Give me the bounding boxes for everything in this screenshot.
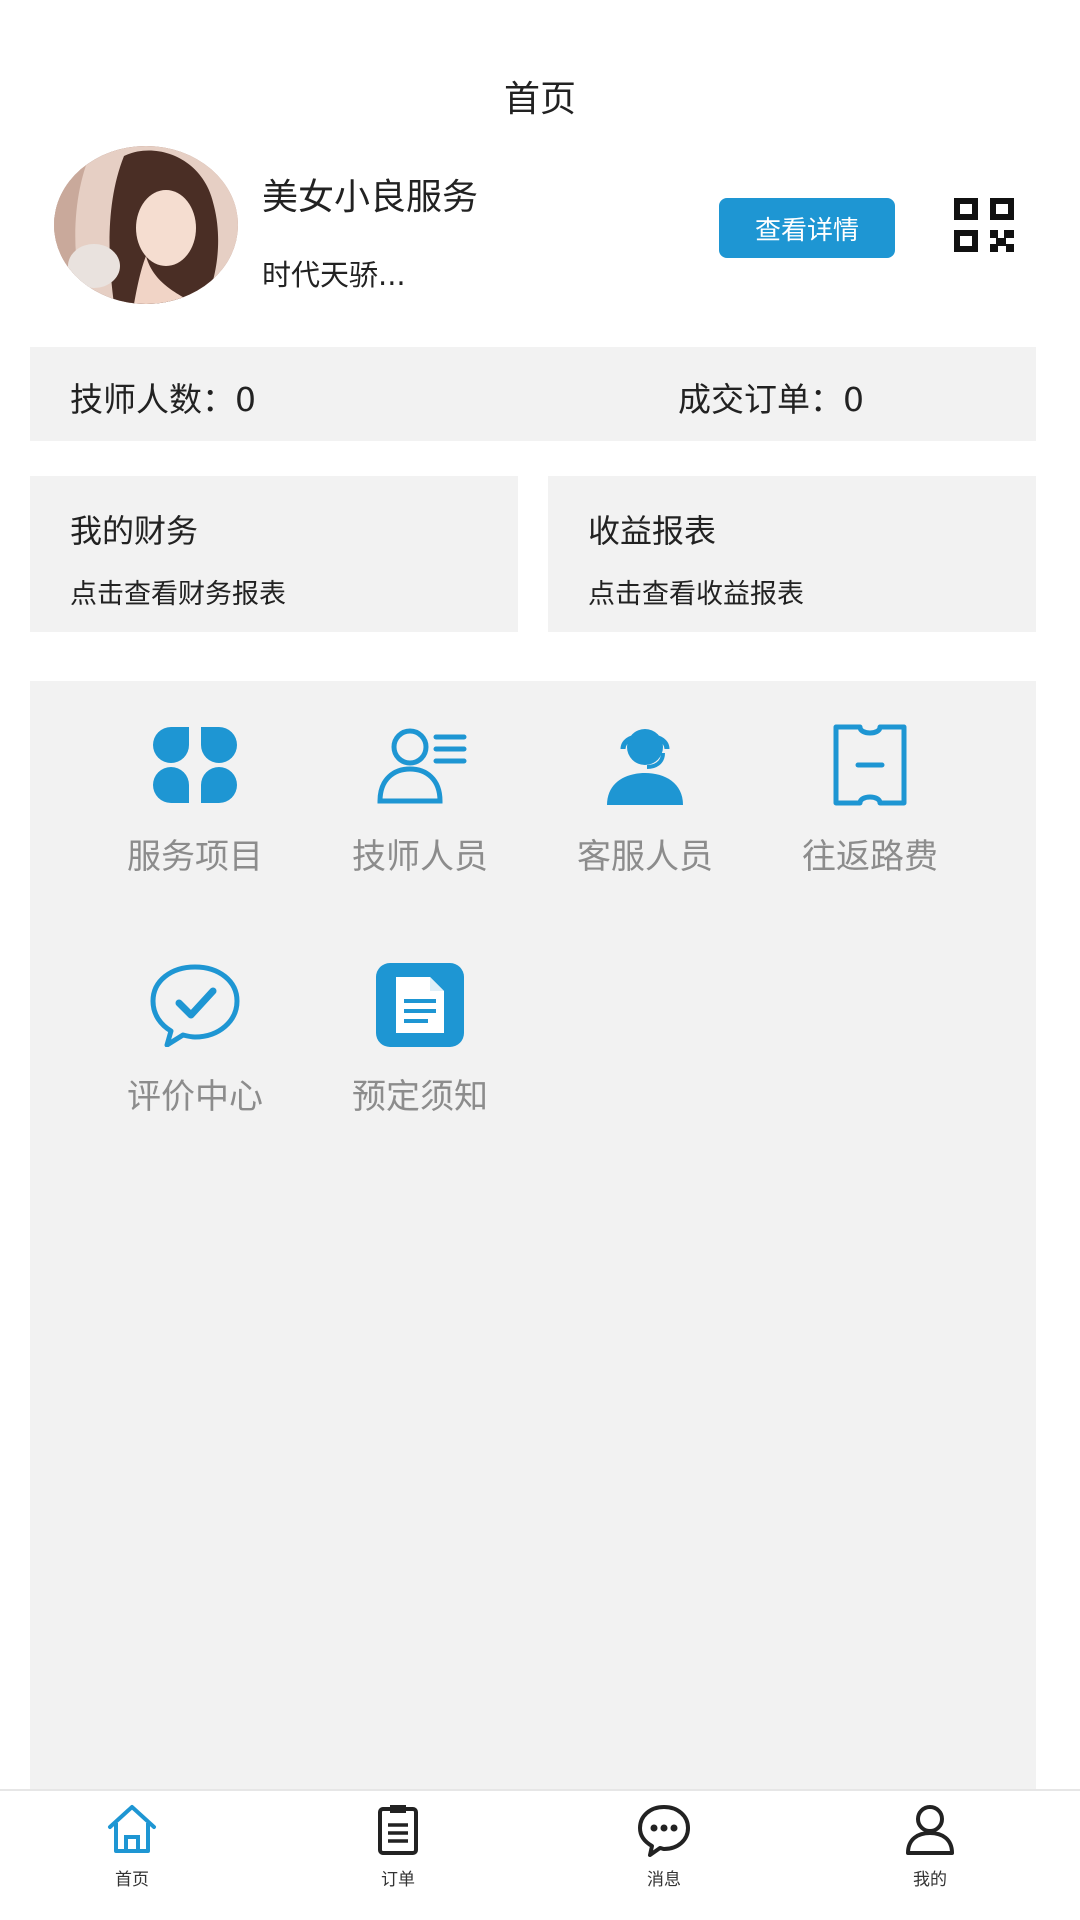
menu-label: 客服人员 — [577, 837, 713, 877]
stats-bar: 技师人数：0 成交订单：0 — [30, 347, 1036, 441]
finance-card-subtitle: 点击查看财务报表 — [70, 579, 286, 610]
qr-code-icon[interactable] — [954, 198, 1014, 252]
order-count: 成交订单：0 — [678, 380, 864, 419]
technician-count: 技师人数：0 — [70, 380, 256, 419]
headset-agent-icon — [607, 729, 683, 805]
document-icon — [376, 963, 464, 1047]
home-icon — [108, 1805, 156, 1853]
menu-label: 评价中心 — [127, 1077, 263, 1117]
tab-label: 订单 — [381, 1870, 415, 1890]
tab-home[interactable]: 首页 — [72, 1801, 192, 1890]
bottom-tab-bar: 首页 订单 消息 我的 — [0, 1789, 1080, 1920]
avatar-photo — [54, 146, 238, 304]
home-page: 首页 美女小良服务 时代天骄... 查看详情 技师人数：0 成交订单：0 我的财… — [0, 0, 1080, 1920]
tab-messages[interactable]: 消息 — [604, 1801, 724, 1890]
ticket-icon — [833, 724, 907, 806]
menu-booking-notice[interactable]: 预定须知 — [310, 963, 530, 1118]
chat-icon — [638, 1805, 690, 1857]
menu-travel-fee[interactable]: 往返路费 — [760, 723, 980, 878]
staff-list-icon — [377, 728, 467, 804]
tab-profile[interactable]: 我的 — [870, 1801, 990, 1890]
avatar[interactable] — [54, 146, 238, 304]
tab-label: 首页 — [115, 1870, 149, 1890]
clipboard-icon — [378, 1805, 418, 1855]
menu-label: 技师人员 — [352, 837, 488, 877]
menu-label: 预定须知 — [352, 1077, 488, 1117]
menu-review-center[interactable]: 评价中心 — [85, 963, 305, 1118]
tab-label: 消息 — [647, 1870, 681, 1890]
finance-card-title: 我的财务 — [70, 512, 199, 550]
shop-name: 美女小良服务 — [262, 177, 479, 218]
clover-icon — [153, 727, 237, 803]
revenue-card-subtitle: 点击查看收益报表 — [588, 579, 804, 610]
revenue-card-title: 收益报表 — [588, 512, 717, 550]
menu-customer-service[interactable]: 客服人员 — [535, 723, 755, 878]
page-title: 首页 — [503, 79, 576, 120]
menu-technicians[interactable]: 技师人员 — [310, 723, 530, 878]
tab-label: 我的 — [913, 1870, 947, 1890]
menu-label: 往返路费 — [802, 837, 938, 877]
view-details-button[interactable]: 查看详情 — [719, 198, 895, 258]
tab-orders[interactable]: 订单 — [338, 1801, 458, 1890]
finance-card[interactable]: 我的财务 点击查看财务报表 — [30, 476, 518, 632]
menu-service-items[interactable]: 服务项目 — [85, 723, 305, 878]
user-icon — [906, 1805, 954, 1855]
revenue-card[interactable]: 收益报表 点击查看收益报表 — [548, 476, 1036, 632]
shop-subtitle: 时代天骄... — [262, 258, 406, 292]
feature-grid: 服务项目 技师人员 客服人员 往返路费 评价中心 预定须知 — [30, 681, 1036, 1789]
check-chat-icon — [150, 964, 240, 1047]
menu-label: 服务项目 — [127, 837, 263, 877]
